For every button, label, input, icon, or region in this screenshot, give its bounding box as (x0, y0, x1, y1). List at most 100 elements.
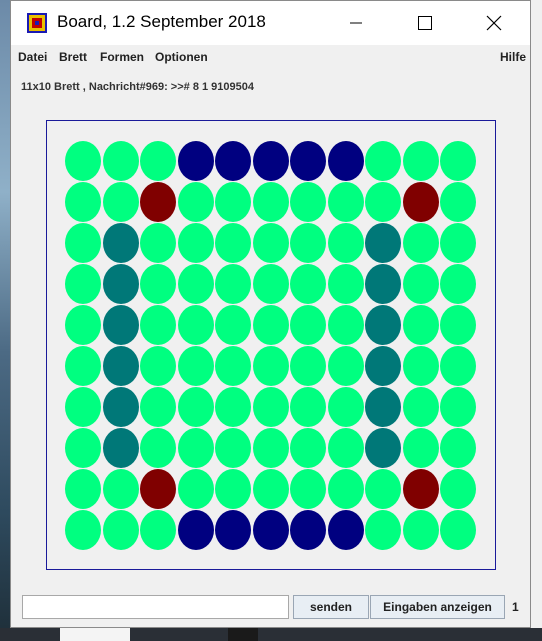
board-cell[interactable] (365, 264, 401, 304)
board-cell[interactable] (102, 510, 139, 550)
board-cell[interactable] (402, 387, 439, 427)
board-cell[interactable] (102, 182, 139, 222)
show-inputs-button[interactable]: Eingaben anzeigen (370, 595, 505, 619)
board-cell[interactable] (252, 346, 289, 386)
board-cell[interactable] (140, 346, 176, 386)
board-cell[interactable] (102, 141, 139, 181)
board-cell[interactable] (402, 182, 439, 222)
board-cell[interactable] (327, 428, 364, 468)
board-cell[interactable] (177, 264, 214, 304)
board-cell[interactable] (65, 264, 101, 304)
board-cell[interactable] (65, 469, 101, 509)
board-cell[interactable] (327, 510, 364, 550)
board-cell[interactable] (102, 305, 139, 345)
board-cell[interactable] (402, 346, 439, 386)
board-cell[interactable] (215, 387, 251, 427)
board-cell[interactable] (440, 428, 476, 468)
board-cell[interactable] (215, 469, 251, 509)
minimize-button[interactable] (333, 1, 379, 45)
board-cell[interactable] (102, 223, 139, 263)
board-cell[interactable] (177, 469, 214, 509)
board-cell[interactable] (215, 223, 251, 263)
board-cell[interactable] (140, 510, 176, 550)
board-cell[interactable] (65, 510, 101, 550)
board-cell[interactable] (327, 469, 364, 509)
board-cell[interactable] (290, 346, 326, 386)
board-cell[interactable] (290, 510, 326, 550)
board-cell[interactable] (102, 264, 139, 304)
board-cell[interactable] (440, 346, 476, 386)
board-cell[interactable] (177, 141, 214, 181)
board-cell[interactable] (215, 141, 251, 181)
board-cell[interactable] (65, 428, 101, 468)
board-cell[interactable] (252, 469, 289, 509)
board-cell[interactable] (215, 305, 251, 345)
board-cell[interactable] (252, 387, 289, 427)
board-cell[interactable] (327, 182, 364, 222)
board-cell[interactable] (327, 141, 364, 181)
board-cell[interactable] (440, 469, 476, 509)
menu-hilfe[interactable]: Hilfe (500, 50, 526, 64)
board-cell[interactable] (65, 387, 101, 427)
title-bar[interactable]: Board, 1.2 September 2018 (11, 1, 530, 45)
menu-brett[interactable]: Brett (59, 50, 87, 64)
board-cell[interactable] (215, 428, 251, 468)
board-cell[interactable] (440, 264, 476, 304)
board-cell[interactable] (102, 469, 139, 509)
board-cell[interactable] (440, 223, 476, 263)
board-cell[interactable] (327, 387, 364, 427)
board-cell[interactable] (252, 223, 289, 263)
board-cell[interactable] (290, 305, 326, 345)
board-cell[interactable] (290, 182, 326, 222)
board-cell[interactable] (177, 182, 214, 222)
board-cell[interactable] (65, 141, 101, 181)
board-cell[interactable] (402, 510, 439, 550)
board-cell[interactable] (402, 223, 439, 263)
board-cell[interactable] (102, 428, 139, 468)
board-cell[interactable] (402, 428, 439, 468)
board-cell[interactable] (252, 510, 289, 550)
board-cell[interactable] (290, 469, 326, 509)
board-cell[interactable] (327, 264, 364, 304)
board-cell[interactable] (290, 387, 326, 427)
board-cell[interactable] (215, 182, 251, 222)
board-cell[interactable] (140, 387, 176, 427)
board-cell[interactable] (327, 346, 364, 386)
menu-formen[interactable]: Formen (100, 50, 144, 64)
board-cell[interactable] (290, 428, 326, 468)
board-cell[interactable] (252, 428, 289, 468)
board-cell[interactable] (102, 387, 139, 427)
board-cell[interactable] (102, 346, 139, 386)
board-cell[interactable] (365, 387, 401, 427)
board-cell[interactable] (402, 264, 439, 304)
board-cell[interactable] (365, 305, 401, 345)
board-cell[interactable] (365, 182, 401, 222)
board-cell[interactable] (177, 305, 214, 345)
board-cell[interactable] (177, 428, 214, 468)
board-cell[interactable] (290, 141, 326, 181)
board-cell[interactable] (440, 141, 476, 181)
board-cell[interactable] (140, 305, 176, 345)
menu-datei[interactable]: Datei (18, 50, 47, 64)
command-input[interactable] (22, 595, 289, 619)
board-cell[interactable] (140, 223, 176, 263)
maximize-button[interactable] (402, 1, 448, 45)
board-cell[interactable] (215, 264, 251, 304)
board-cell[interactable] (365, 510, 401, 550)
close-button[interactable] (471, 1, 517, 45)
board-cell[interactable] (65, 182, 101, 222)
board-cell[interactable] (440, 182, 476, 222)
board-cell[interactable] (215, 346, 251, 386)
board-cell[interactable] (440, 510, 476, 550)
board-cell[interactable] (365, 141, 401, 181)
board-cell[interactable] (65, 223, 101, 263)
menu-optionen[interactable]: Optionen (155, 50, 208, 64)
board-cell[interactable] (177, 387, 214, 427)
board-cell[interactable] (365, 223, 401, 263)
board-cell[interactable] (290, 223, 326, 263)
game-board[interactable] (46, 120, 496, 570)
board-cell[interactable] (140, 428, 176, 468)
board-cell[interactable] (252, 141, 289, 181)
board-cell[interactable] (402, 305, 439, 345)
send-button[interactable]: senden (293, 595, 369, 619)
